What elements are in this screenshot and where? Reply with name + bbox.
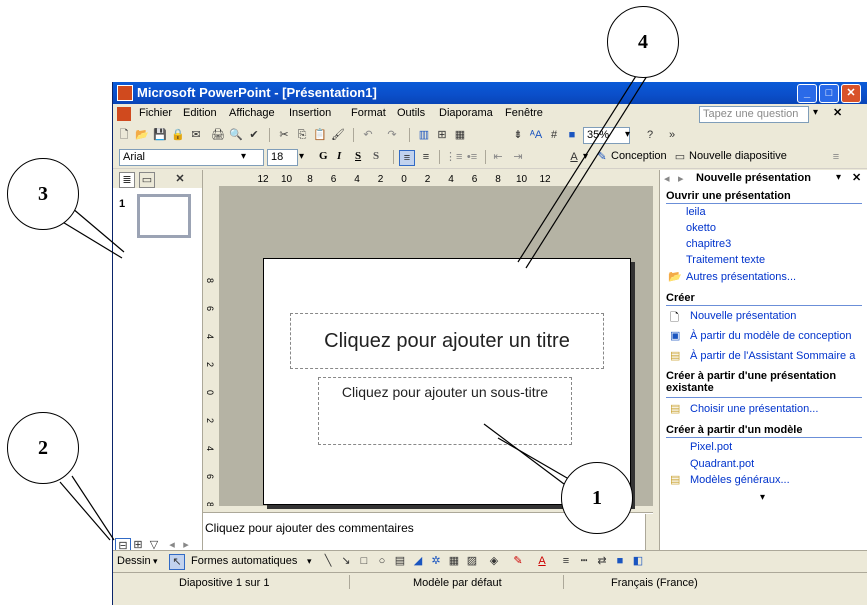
- callout-lines: [55, 75, 648, 541]
- callout-2: 2: [7, 412, 79, 484]
- callout-1: 1: [561, 462, 633, 534]
- callout-3: 3: [7, 158, 79, 230]
- callout-4: 4: [607, 6, 679, 78]
